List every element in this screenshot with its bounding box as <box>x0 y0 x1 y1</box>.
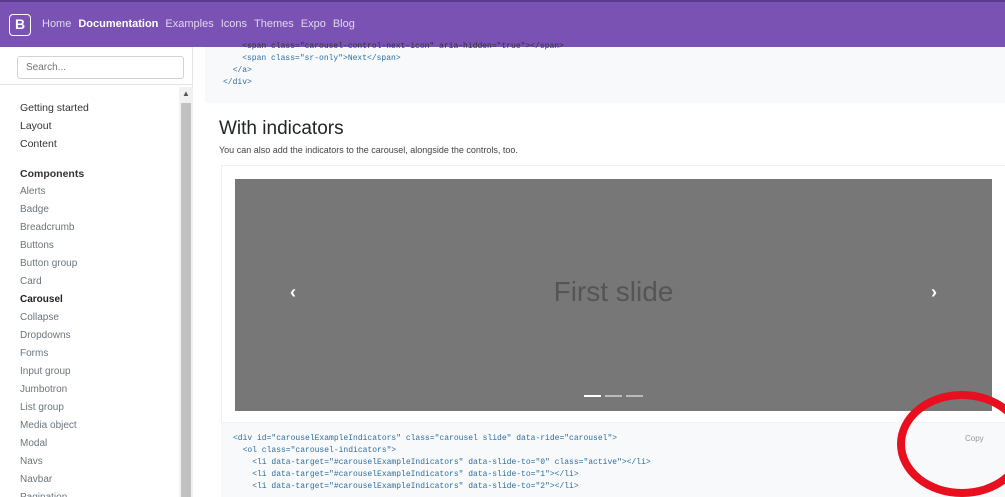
code-line: </div> <box>223 78 252 87</box>
section-lead: You can also add the indicators to the c… <box>219 145 518 155</box>
nav-documentation[interactable]: Documentation <box>78 18 158 30</box>
sidebar-nav: Getting started Layout Content Component… <box>20 99 180 497</box>
sidebar-item-dropdowns[interactable]: Dropdowns <box>20 327 180 345</box>
nav-themes[interactable]: Themes <box>254 18 294 30</box>
sidebar-item-modal[interactable]: Modal <box>20 435 180 453</box>
carousel-indicator[interactable] <box>584 395 601 397</box>
code-line: <li data-target="#carouselExampleIndicat… <box>233 458 651 467</box>
code-line: </a> <box>223 66 252 75</box>
carousel[interactable]: First slide ‹ › <box>235 179 992 411</box>
sidebar-item-navbar[interactable]: Navbar <box>20 471 180 489</box>
carousel-indicators <box>584 395 643 397</box>
code-block-indicators: <div id="carouselExampleIndicators" clas… <box>221 423 1005 497</box>
sidebar-item-pagination[interactable]: Pagination <box>20 489 180 497</box>
sidebar-item-badge[interactable]: Badge <box>20 201 180 219</box>
sidebar-item-layout[interactable]: Layout <box>20 117 180 135</box>
code-line: <li data-target="#carouselExampleIndicat… <box>233 470 579 479</box>
sidebar-item-forms[interactable]: Forms <box>20 345 180 363</box>
section-title: With indicators <box>219 118 344 139</box>
sidebar-item-input-group[interactable]: Input group <box>20 363 180 381</box>
sidebar-item-content[interactable]: Content <box>20 135 180 153</box>
sidebar-item-breadcrumb[interactable]: Breadcrumb <box>20 219 180 237</box>
scroll-up-arrow-icon[interactable]: ▲ <box>180 88 192 100</box>
sidebar-item-card[interactable]: Card <box>20 273 180 291</box>
sidebar-item-buttons[interactable]: Buttons <box>20 237 180 255</box>
sidebar-item-media-object[interactable]: Media object <box>20 417 180 435</box>
top-navbar: B Home Documentation Examples Icons Them… <box>0 0 1005 47</box>
sidebar-item-collapse[interactable]: Collapse <box>20 309 180 327</box>
nav-examples[interactable]: Examples <box>165 18 213 30</box>
nav-expo[interactable]: Expo <box>301 18 326 30</box>
carousel-indicator[interactable] <box>626 395 643 397</box>
copy-button[interactable]: Copy <box>965 434 984 443</box>
code-line: <div id="carouselExampleIndicators" clas… <box>233 434 618 443</box>
sidebar-item-components[interactable]: Components <box>20 165 180 183</box>
search-wrap <box>0 47 193 85</box>
nav-home[interactable]: Home <box>42 18 71 30</box>
carousel-indicator[interactable] <box>605 395 622 397</box>
sidebar-item-jumbotron[interactable]: Jumbotron <box>20 381 180 399</box>
search-input[interactable] <box>17 56 184 79</box>
code-line: <span class="sr-only">Next</span> <box>223 54 401 63</box>
code-line: <span class="carousel-control-next-icon"… <box>223 42 564 51</box>
sidebar-item-carousel[interactable]: Carousel <box>20 291 180 309</box>
code-block-previous: <span class="carousel-control-next-icon"… <box>205 42 1005 103</box>
top-nav: Home Documentation Examples Icons Themes… <box>42 18 355 30</box>
sidebar-scrollbar-thumb[interactable] <box>181 103 191 497</box>
chevron-right-icon[interactable]: › <box>926 282 942 302</box>
sidebar: ▲ Getting started Layout Content Compone… <box>0 47 193 497</box>
code-line: <ol class="carousel-indicators"> <box>233 446 397 455</box>
sidebar-item-getting-started[interactable]: Getting started <box>20 99 180 117</box>
sidebar-item-navs[interactable]: Navs <box>20 453 180 471</box>
nav-icons[interactable]: Icons <box>221 18 247 30</box>
brand-logo[interactable]: B <box>9 14 31 36</box>
chevron-left-icon[interactable]: ‹ <box>285 282 301 302</box>
nav-blog[interactable]: Blog <box>333 18 355 30</box>
sidebar-item-alerts[interactable]: Alerts <box>20 183 180 201</box>
sidebar-item-list-group[interactable]: List group <box>20 399 180 417</box>
slide-text: First slide <box>553 276 674 307</box>
sidebar-item-button-group[interactable]: Button group <box>20 255 180 273</box>
code-line: <li data-target="#carouselExampleIndicat… <box>233 482 579 491</box>
